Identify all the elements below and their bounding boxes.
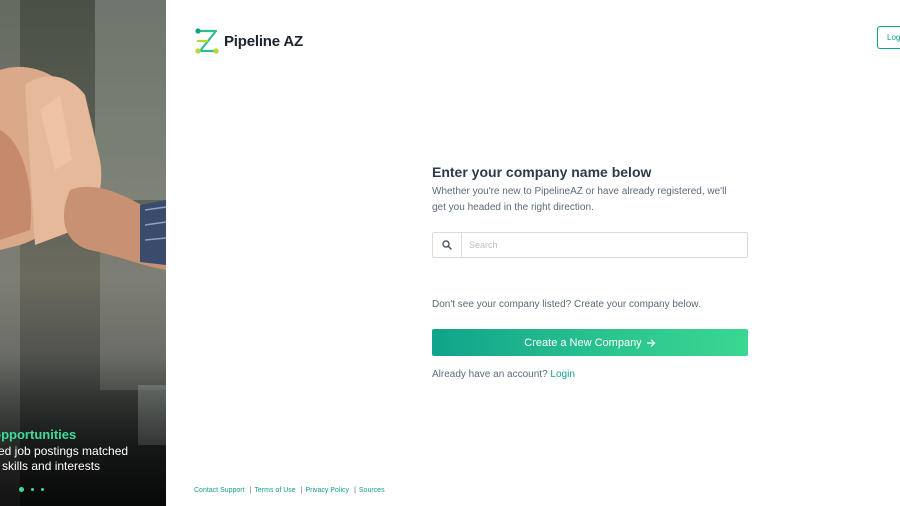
header-login-button[interactable]: Log xyxy=(877,26,900,49)
form-title: Enter your company name below xyxy=(432,164,652,180)
hero-body-line: mited job postings matched xyxy=(0,444,129,458)
footer-link-terms-of-use[interactable]: Terms of Use xyxy=(254,487,295,494)
search-icon-button[interactable] xyxy=(433,233,462,257)
carousel-dot-active[interactable] xyxy=(19,487,24,492)
create-company-label: Create a New Company xyxy=(524,336,642,349)
hero-body-line: ate skills and interests xyxy=(0,459,101,473)
carousel-dots xyxy=(19,487,44,492)
brand-logo[interactable]: Pipeline AZ xyxy=(194,27,303,55)
hero-image-panel: te opportunities mited job postings matc… xyxy=(0,0,166,506)
form-subtitle: Whether you're new to PipelineAZ or have… xyxy=(432,184,749,216)
have-account-text: Already have an account? xyxy=(432,369,548,380)
create-company-button[interactable]: Create a New Company xyxy=(432,329,748,356)
footer-link-sources[interactable]: Sources xyxy=(359,487,385,494)
footer-separator: | xyxy=(354,487,356,494)
footer-links: Contact Support | Terms of Use | Privacy… xyxy=(194,487,385,494)
carousel-dot[interactable] xyxy=(31,488,34,491)
pipeline-logo-icon xyxy=(195,28,219,54)
hero-headline: te opportunities xyxy=(0,427,77,442)
form-subtitle-line: get you headed in the right direction. xyxy=(432,202,594,213)
company-search-box xyxy=(432,232,748,258)
footer-link-contact-support[interactable]: Contact Support xyxy=(194,487,245,494)
search-icon xyxy=(442,240,452,250)
brand-name: Pipeline AZ xyxy=(224,32,303,50)
form-subtitle-line: Whether you're new to PipelineAZ or have… xyxy=(432,186,727,197)
carousel-dot[interactable] xyxy=(41,488,44,491)
footer-separator: | xyxy=(249,487,252,494)
no-company-text: Don't see your company listed? Create yo… xyxy=(432,299,701,310)
company-search-form: Enter your company name below Whether yo… xyxy=(432,163,749,382)
arrow-right-icon xyxy=(646,338,655,347)
footer-separator: | xyxy=(300,487,303,494)
login-link[interactable]: Login xyxy=(550,369,574,380)
footer-link-privacy-policy[interactable]: Privacy Policy xyxy=(305,487,349,494)
company-search-input[interactable] xyxy=(462,233,747,257)
have-account-row: Already have an account? Login xyxy=(432,368,749,382)
hero-caption: te opportunities mited job postings matc… xyxy=(0,426,166,474)
